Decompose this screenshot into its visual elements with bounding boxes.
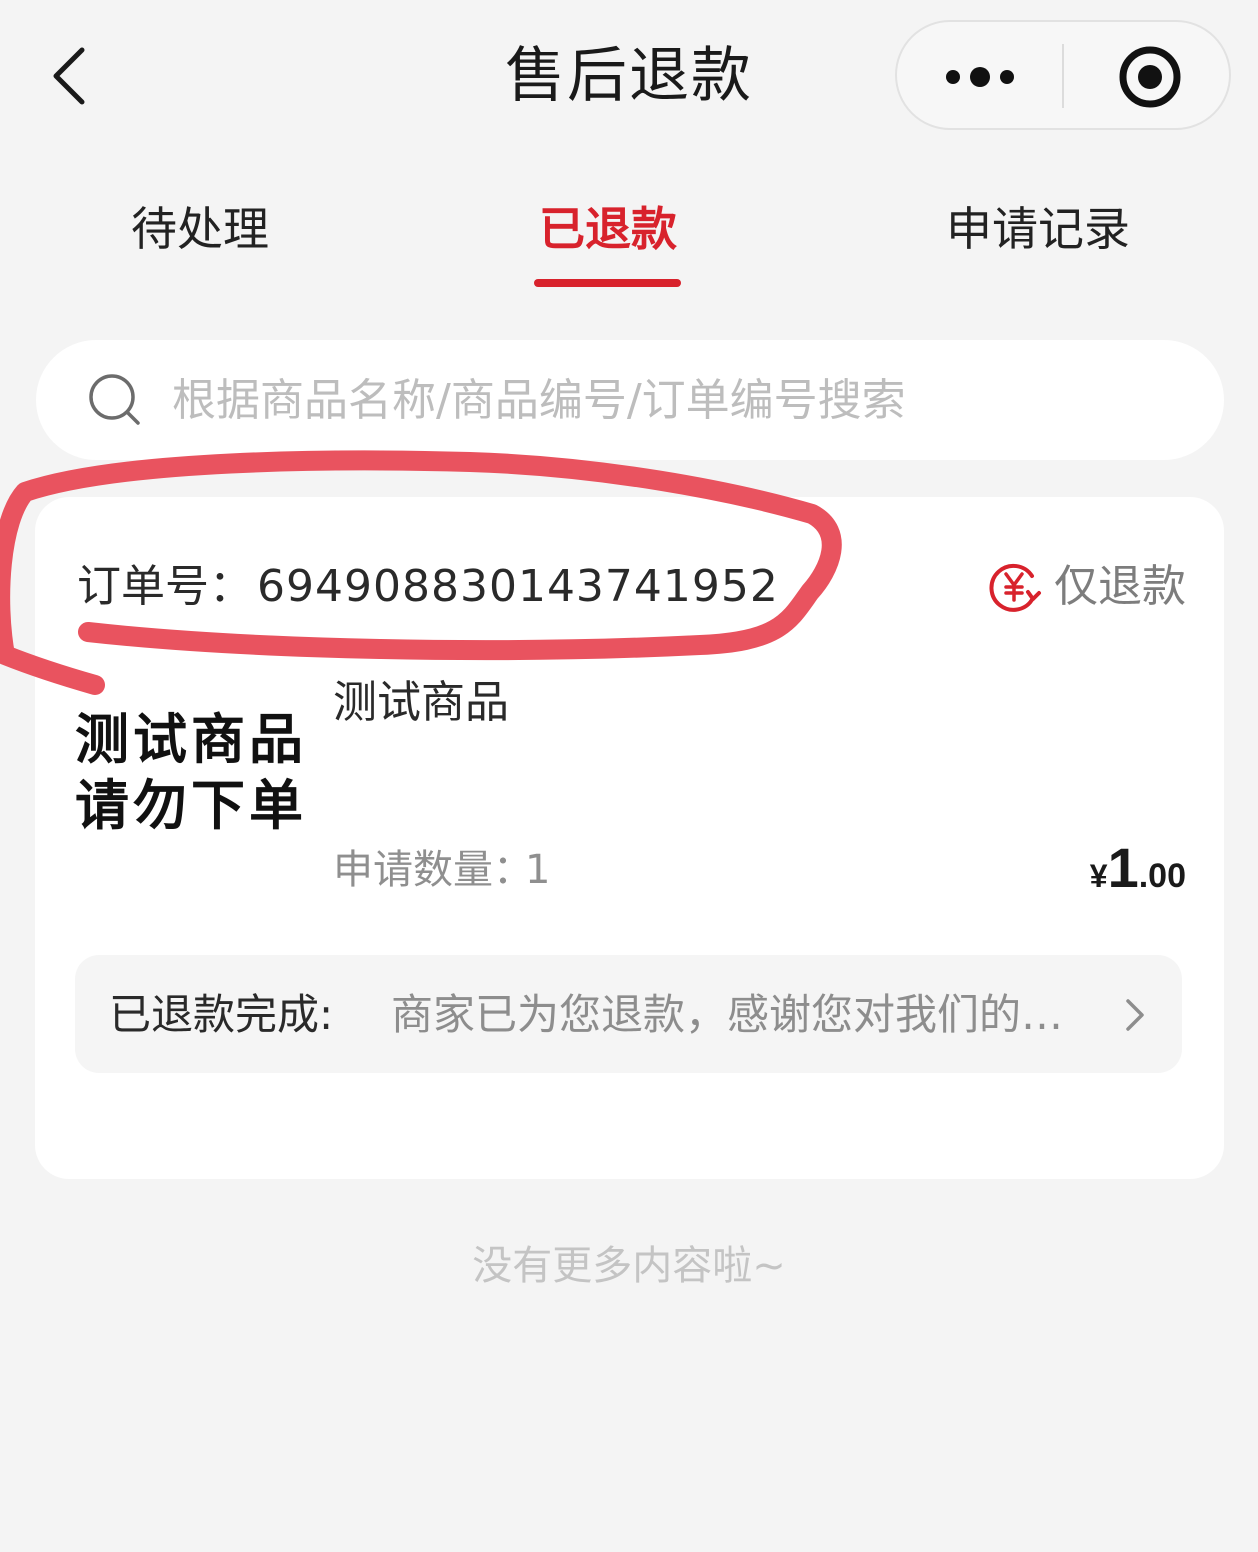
product-thumbnail[interactable]: 测试商品 请勿下单 [75, 707, 315, 867]
price-decimal: .00 [1138, 857, 1186, 895]
search-input[interactable]: 根据商品名称/商品编号/订单编号搜索 [36, 340, 1224, 460]
product-name: 测试商品 [333, 677, 509, 728]
chevron-right-icon [1126, 999, 1144, 1031]
mini-program-capsule [895, 20, 1231, 130]
price-integer: 1 [1107, 836, 1139, 899]
tab-pending[interactable]: 待处理 [110, 196, 290, 266]
no-more-content-note: 没有更多内容啦~ [472, 1243, 786, 1289]
refund-status-message: 商家已为您退款，感谢您对我们的… [391, 990, 1064, 1039]
search-placeholder: 根据商品名称/商品编号/订单编号搜索 [172, 375, 906, 426]
apply-quantity-label: 申请数量： [333, 847, 533, 893]
order-card[interactable]: 订单号： 6949088301437419​52 仅退款 测试商品 请勿下单 测… [35, 497, 1224, 1179]
thumbnail-text-line2: 请勿下单 [75, 774, 307, 837]
thumbnail-text-line1: 测试商品 [75, 708, 307, 771]
order-number-label: 订单号： [77, 561, 253, 612]
apply-quantity-value: 1 [525, 847, 551, 893]
more-button[interactable] [917, 32, 1057, 118]
yen-refund-icon [989, 563, 1041, 612]
refund-price: ¥1.00 [1090, 835, 1186, 901]
refund-status-row[interactable]: 已退款完成: 商家已为您退款，感谢您对我们的… [75, 955, 1182, 1073]
search-icon [89, 374, 140, 425]
tab-refunded[interactable]: 已退款 [520, 196, 696, 266]
refund-status-label: 已退款完成: [109, 990, 334, 1039]
active-tab-indicator [534, 279, 681, 287]
refund-type-badge: 仅退款 [988, 557, 1186, 617]
order-number: 6949088301437419​52 [257, 561, 779, 612]
target-icon [1119, 46, 1181, 108]
more-dots-icon [946, 67, 1014, 87]
tab-application-records[interactable]: 申请记录 [930, 196, 1146, 266]
close-miniprogram-button[interactable] [1097, 32, 1207, 118]
capsule-divider [1062, 44, 1064, 108]
price-currency: ¥ [1089, 858, 1108, 894]
refund-type-label: 仅退款 [1054, 561, 1186, 612]
